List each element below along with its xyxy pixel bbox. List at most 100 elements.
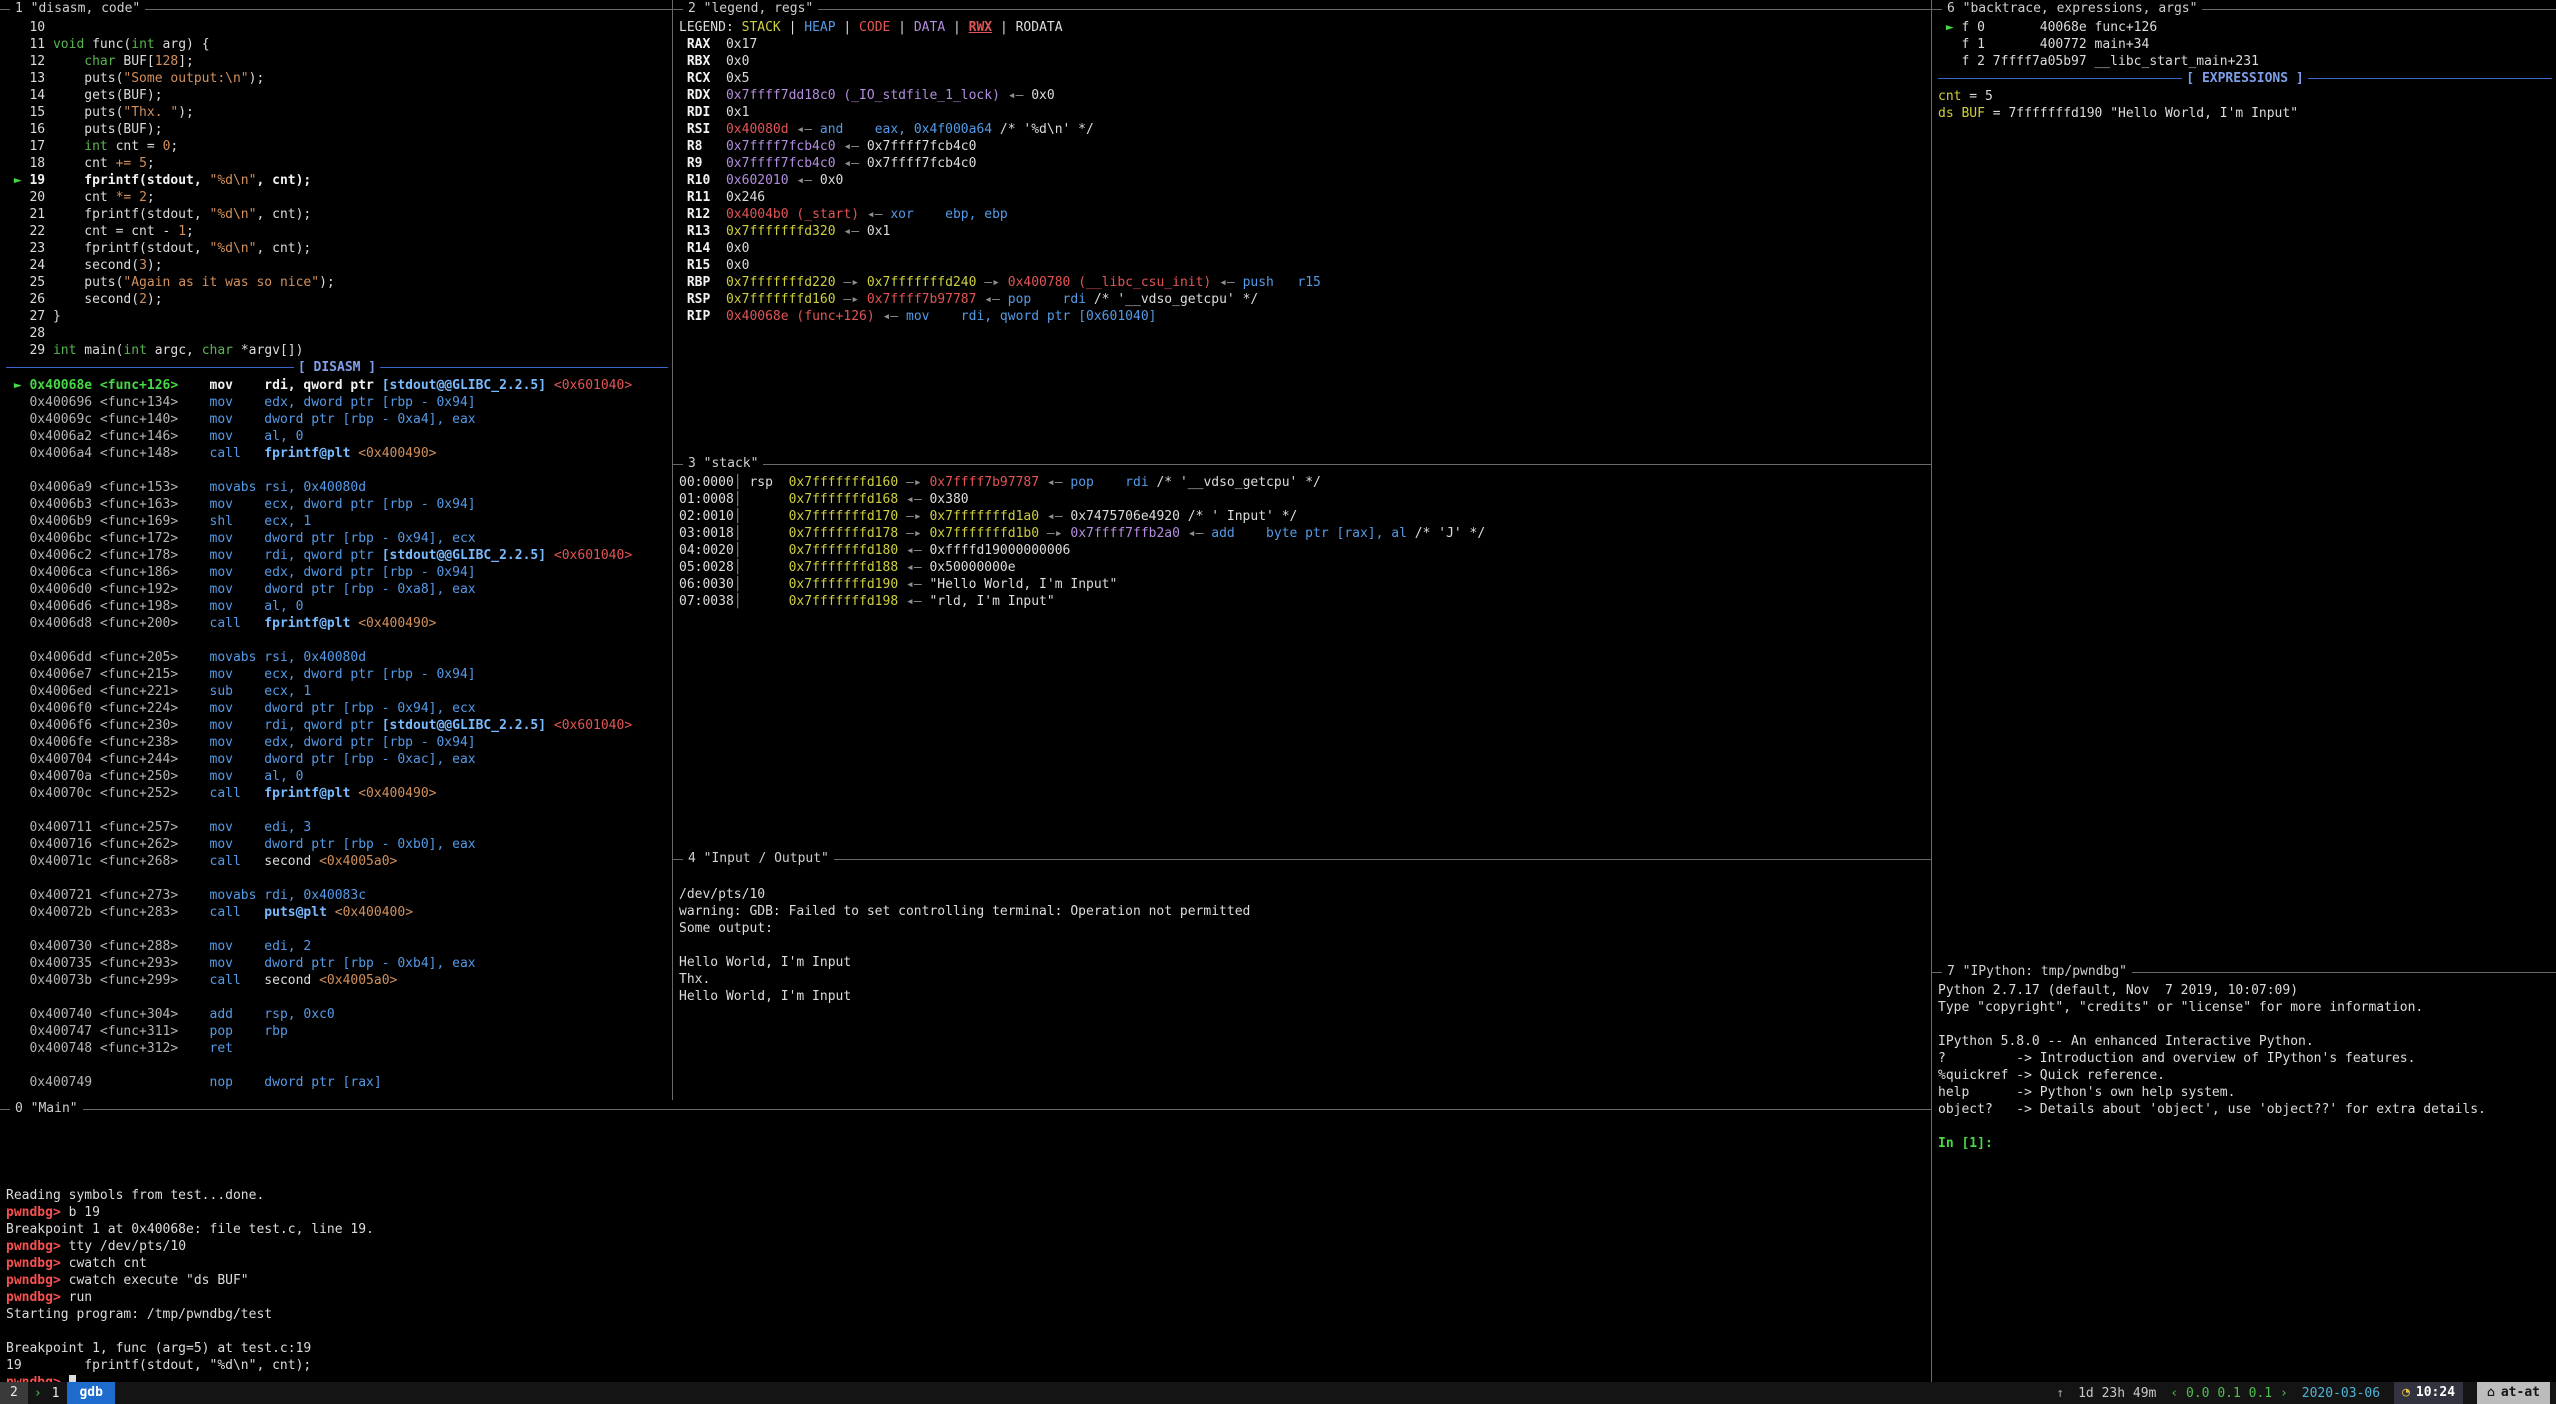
terminal-line: object? -> Details about 'object', use '…	[1938, 1101, 2556, 1118]
terminal-line: R11 0x246	[679, 189, 1931, 206]
terminal-line: Starting program: /tmp/pwndbg/test	[6, 1306, 1931, 1323]
window-name-tab[interactable]: gdb	[67, 1382, 114, 1404]
window-index[interactable]: 1	[48, 1385, 64, 1402]
terminal-line: 18 cnt += 5;	[6, 155, 672, 172]
terminal-line: R12 0x4004b0 (_start) ◂— xor ebp, ebp	[679, 206, 1931, 223]
terminal-line: pwndbg> b 19	[6, 1204, 1931, 1221]
terminal-line: 07:0038│ 0x7fffffffd198 ◂— "rld, I'm Inp…	[679, 593, 1931, 610]
terminal-line: f 2 7ffff7a05b97 __libc_start_main+231	[1938, 53, 2556, 70]
terminal-line: 0x4006ed <func+221> sub ecx, 1	[6, 683, 672, 700]
terminal-line: 28	[6, 325, 672, 342]
terminal-line: pwndbg> cwatch execute "ds BUF"	[6, 1272, 1931, 1289]
pane-io-border[interactable]: 4 "Input / Output"	[673, 850, 1931, 868]
terminal-line: 00:0000│ rsp 0x7fffffffd160 —▸ 0x7ffff7b…	[679, 474, 1931, 491]
expressions-section-header: [ EXPRESSIONS ]	[1938, 70, 2552, 87]
terminal-line	[679, 869, 1931, 886]
terminal-line: 27 }	[6, 308, 672, 325]
terminal-line: 0x400696 <func+134> mov edx, dword ptr […	[6, 394, 672, 411]
terminal-line	[6, 1057, 672, 1074]
pane-main-title: 0 "Main"	[10, 1100, 83, 1117]
date-text: 2020-03-06	[2302, 1385, 2380, 1402]
terminal-line: 0x40070a <func+250> mov al, 0	[6, 768, 672, 785]
terminal-line: 20 cnt *= 2;	[6, 189, 672, 206]
terminal-line: In [1]:	[1938, 1135, 2556, 1152]
terminal-line: 12 char BUF[128];	[6, 53, 672, 70]
terminal-line: 26 second(2);	[6, 291, 672, 308]
terminal-line: 02:0010│ 0x7fffffffd170 —▸ 0x7fffffffd1a…	[679, 508, 1931, 525]
pane-ipy-border[interactable]: 7 "IPython: tmp/pwndbg"	[1932, 963, 2556, 981]
gdb-console-output[interactable]: Reading symbols from test...done.pwndbg>…	[0, 1118, 1931, 1382]
session-indicator[interactable]: 2	[0, 1382, 28, 1404]
terminal-line: ► f 0 40068e func+126	[1938, 19, 2556, 36]
terminal-line: 29 int main(int argc, char *argv[])	[6, 342, 672, 359]
terminal-line: 19 fprintf(stdout, "%d\n", cnt);	[6, 1357, 1931, 1374]
terminal-line: 0x4006a4 <func+148> call fprintf@plt <0x…	[6, 445, 672, 462]
terminal-line: 14 gets(BUF);	[6, 87, 672, 104]
pane-stack[interactable]: 3 "stack" 00:0000│ rsp 0x7fffffffd160 —▸…	[673, 455, 1931, 850]
terminal-line: 11 void func(int arg) {	[6, 36, 672, 53]
uptime-text: 1d 23h 49m	[2078, 1385, 2156, 1402]
terminal-line: 0x4006a2 <func+146> mov al, 0	[6, 428, 672, 445]
expressions-listing: cnt = 5ds BUF = 7fffffffd190 "Hello Worl…	[1932, 87, 2556, 122]
terminal-line: 0x400711 <func+257> mov edi, 3	[6, 819, 672, 836]
terminal-line: 0x400721 <func+273> movabs rdi, 0x40083c	[6, 887, 672, 904]
pane-divider-vertical[interactable]	[1931, 0, 1932, 1382]
terminal-line: 0x40072b <func+283> call puts@plt <0x400…	[6, 904, 672, 921]
pane-border-line	[0, 1109, 1931, 1110]
terminal-line: RSI 0x40080d ◂— and eax, 0x4f000a64 /* '…	[679, 121, 1931, 138]
status-left: 2 › 1 gdb	[0, 1382, 115, 1404]
pane-ipython[interactable]: 7 "IPython: tmp/pwndbg" Python 2.7.17 (d…	[1932, 963, 2556, 1382]
pane-main-border[interactable]: 0 "Main"	[0, 1100, 1931, 1118]
pane-stack-border[interactable]: 3 "stack"	[673, 455, 1931, 473]
pane-io-title: 4 "Input / Output"	[683, 850, 834, 867]
terminal-line: 0x400740 <func+304> add rsp, 0xc0	[6, 1006, 672, 1023]
terminal-line: 0x400704 <func+244> mov dword ptr [rbp -…	[6, 751, 672, 768]
ipython-console-output[interactable]: Python 2.7.17 (default, Nov 7 2019, 10:0…	[1932, 981, 2556, 1152]
terminal-line: 0x40070c <func+252> call fprintf@plt <0x…	[6, 785, 672, 802]
terminal-line: 0x400748 <func+312> ret	[6, 1040, 672, 1057]
host-segment: ⌂at-at	[2477, 1382, 2550, 1404]
terminal-line: 15 puts("Thx. ");	[6, 104, 672, 121]
program-io-output: /dev/pts/10warning: GDB: Failed to set c…	[673, 868, 1931, 1005]
terminal-line: R10 0x602010 ◂— 0x0	[679, 172, 1931, 189]
terminal-line	[6, 632, 672, 649]
terminal-line: Hello World, I'm Input	[679, 988, 1931, 1005]
pane-backtrace-expressions[interactable]: 6 "backtrace, expressions, args" ► f 0 4…	[1932, 0, 2556, 963]
terminal-line: R13 0x7fffffffd320 ◂— 0x1	[679, 223, 1931, 240]
terminal-line: RBP 0x7fffffffd220 —▸ 0x7fffffffd240 —▸ …	[679, 274, 1931, 291]
terminal-line: 0x400735 <func+293> mov dword ptr [rbp -…	[6, 955, 672, 972]
terminal-line: RAX 0x17	[679, 36, 1931, 53]
terminal-line: pwndbg>	[6, 1374, 1931, 1382]
terminal-line: 0x4006ca <func+186> mov edx, dword ptr […	[6, 564, 672, 581]
terminal-line: Thx.	[679, 971, 1931, 988]
status-right: ↑ 1d 23h 49m ‹ 0.0 0.1 0.1 › 2020-03-06 …	[2042, 1382, 2556, 1404]
terminal-line: RDX 0x7ffff7dd18c0 (_IO_stdfile_1_lock) …	[679, 87, 1931, 104]
pane-input-output[interactable]: 4 "Input / Output" /dev/pts/10warning: G…	[673, 850, 1931, 1100]
terminal-line: 17 int cnt = 0;	[6, 138, 672, 155]
pane-disasm-code[interactable]: 1 "disasm, code" 10 11 void func(int arg…	[0, 0, 672, 1100]
terminal-line: 0x400716 <func+262> mov dword ptr [rbp -…	[6, 836, 672, 853]
terminal-line: pwndbg> run	[6, 1289, 1931, 1306]
powerline-separator-icon: ›	[28, 1385, 48, 1402]
terminal-line: 0x400747 <func+311> pop rbp	[6, 1023, 672, 1040]
terminal-line	[6, 1170, 1931, 1187]
terminal-line: ► 0x40068e <func+126> mov rdi, qword ptr…	[6, 377, 672, 394]
terminal-line: Reading symbols from test...done.	[6, 1187, 1931, 1204]
terminal-line: 24 second(3);	[6, 257, 672, 274]
terminal-line	[1938, 1016, 2556, 1033]
terminal-line: 0x4006f0 <func+224> mov dword ptr [rbp -…	[6, 700, 672, 717]
pane-legend-regs[interactable]: 2 "legend, regs" LEGEND: STACK | HEAP | …	[673, 0, 1931, 455]
pane-divider-vertical[interactable]	[672, 0, 673, 1100]
terminal-line	[6, 1136, 1931, 1153]
terminal-line: 05:0028│ 0x7fffffffd188 ◂— 0x50000000e	[679, 559, 1931, 576]
terminal-line: 16 puts(BUF);	[6, 121, 672, 138]
pane-main-gdb[interactable]: 0 "Main" Reading symbols from test...don…	[0, 1100, 1931, 1382]
terminal-line: RCX 0x5	[679, 70, 1931, 87]
pane-disasm-border: 1 "disasm, code"	[0, 0, 672, 18]
pane-bt-border: 6 "backtrace, expressions, args"	[1932, 0, 2556, 18]
pane-ipy-title: 7 "IPython: tmp/pwndbg"	[1942, 963, 2132, 980]
terminal-line: /dev/pts/10	[679, 886, 1931, 903]
terminal-line: Python 2.7.17 (default, Nov 7 2019, 10:0…	[1938, 982, 2556, 999]
pane-border-line	[673, 859, 1931, 860]
terminal-line: RBX 0x0	[679, 53, 1931, 70]
